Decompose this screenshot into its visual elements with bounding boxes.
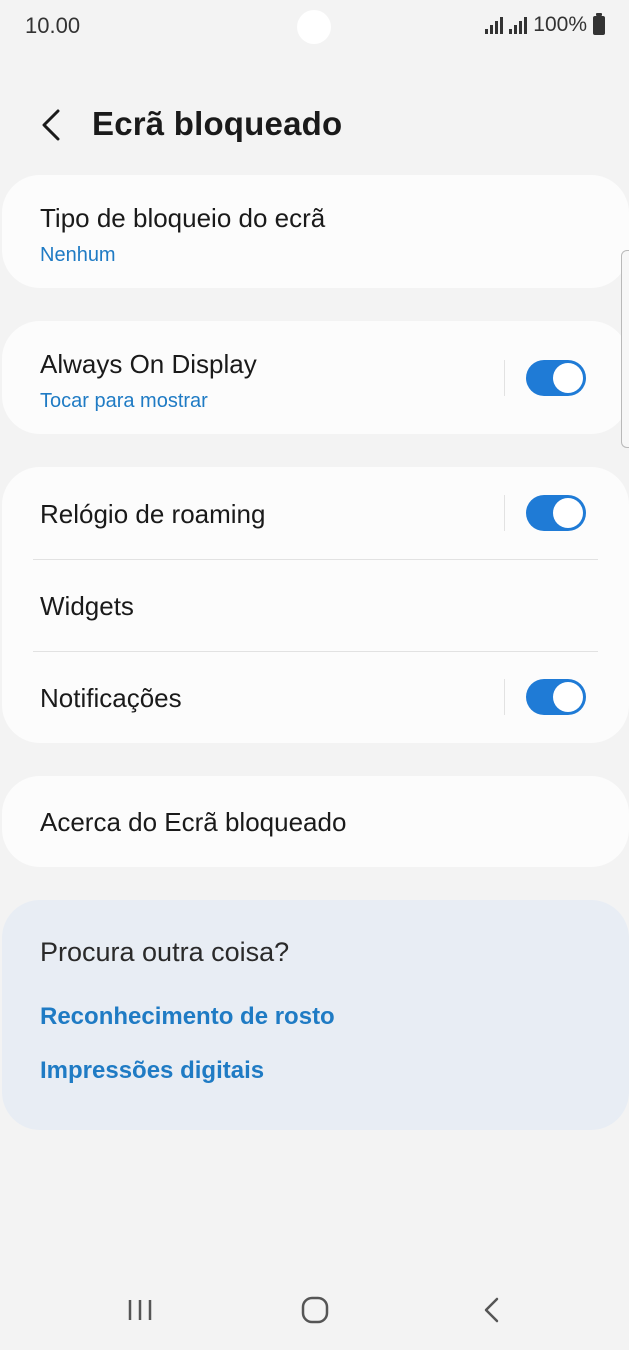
- status-time: 10.00: [25, 13, 81, 38]
- about-card: Acerca do Ecrã bloqueado: [2, 776, 629, 867]
- face-recognition-link[interactable]: Reconhecimento de rosto: [40, 1003, 335, 1031]
- fingerprints-link[interactable]: Impressões digitais: [40, 1057, 264, 1085]
- lock-type-card: Tipo de bloqueio do ecrã Nenhum: [2, 175, 629, 288]
- recent-apps-icon[interactable]: [115, 1292, 165, 1328]
- settings-group-card: Relógio de roaming Widgets Notificações: [2, 467, 629, 743]
- status-bar: 10.00 100%: [0, 0, 629, 54]
- battery-percent: 100%: [533, 13, 587, 36]
- suggestions-card: Procura outra coisa? Reconhecimento de r…: [2, 900, 629, 1130]
- status-icons: 100%: [485, 12, 605, 37]
- chevron-left-icon[interactable]: [36, 105, 68, 145]
- camera-cutout: [297, 10, 331, 44]
- toggle-knob: [553, 498, 583, 528]
- lock-type-row[interactable]: Tipo de bloqueio do ecrã Nenhum: [2, 175, 629, 288]
- aod-row[interactable]: Always On Display Tocar para mostrar: [2, 321, 629, 434]
- about-title: Acerca do Ecrã bloqueado: [40, 807, 347, 837]
- notifications-toggle[interactable]: [526, 679, 586, 715]
- roaming-clock-title: Relógio de roaming: [40, 499, 266, 529]
- widgets-title: Widgets: [40, 591, 134, 621]
- toggle-knob: [553, 682, 583, 712]
- roaming-clock-toggle[interactable]: [526, 495, 586, 531]
- lock-type-title: Tipo de bloqueio do ecrã: [40, 203, 326, 233]
- lock-type-value: Nenhum: [40, 244, 116, 266]
- about-row[interactable]: Acerca do Ecrã bloqueado: [2, 776, 629, 867]
- notifications-row[interactable]: Notificações: [2, 651, 629, 743]
- row-separator: [504, 679, 505, 715]
- suggestions-title: Procura outra coisa?: [40, 937, 290, 967]
- row-separator: [504, 360, 505, 396]
- app-header: Ecrã bloqueado: [0, 95, 629, 155]
- battery-icon: [593, 12, 605, 35]
- scrollbar[interactable]: [621, 250, 629, 448]
- aod-card: Always On Display Tocar para mostrar: [2, 321, 629, 434]
- home-icon[interactable]: [290, 1292, 340, 1328]
- notifications-title: Notificações: [40, 683, 182, 713]
- navigation-bar: [0, 1270, 629, 1350]
- page-title: Ecrã bloqueado: [92, 105, 343, 142]
- aod-toggle[interactable]: [526, 360, 586, 396]
- signal-icon: [509, 16, 528, 34]
- screen: 10.00 100% Ecrã bloqueado Tipo de bloque…: [0, 0, 629, 1350]
- toggle-knob: [553, 363, 583, 393]
- row-separator: [504, 495, 505, 531]
- roaming-clock-row[interactable]: Relógio de roaming: [2, 467, 629, 559]
- widgets-row[interactable]: Widgets: [2, 559, 629, 651]
- signal-icon: [485, 16, 504, 34]
- back-icon[interactable]: [466, 1292, 516, 1328]
